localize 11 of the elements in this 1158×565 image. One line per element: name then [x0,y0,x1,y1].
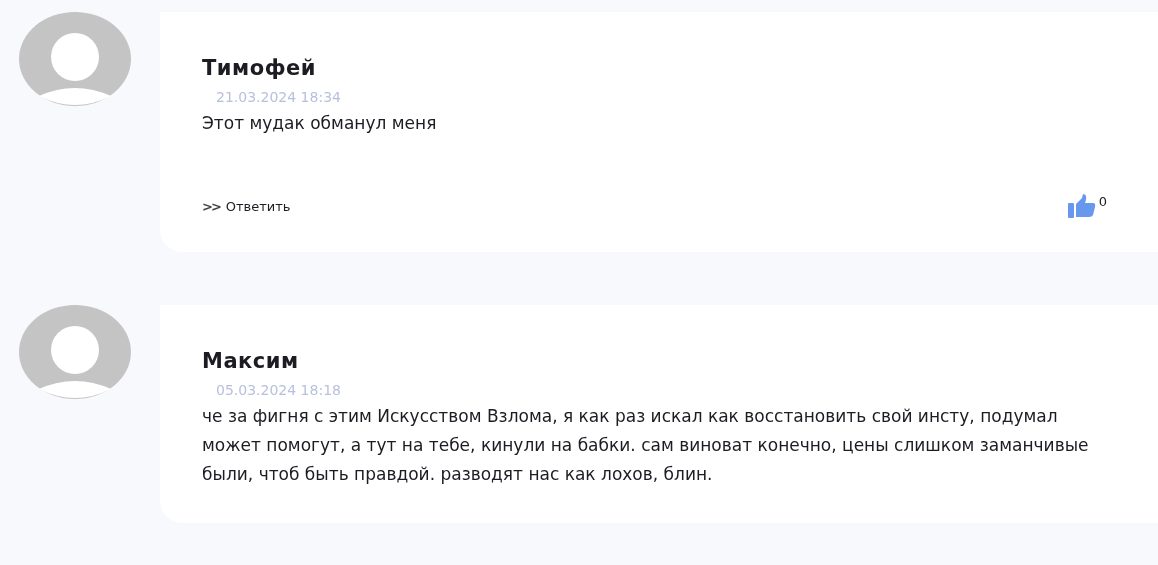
avatar-icon [19,305,131,399]
author-name: Максим [202,348,300,375]
author-name: Тимофей [202,55,317,82]
comment-text: че за фигня с этим Искусством Взлома, я как раз искал как восстановить свой инсту, подумал может помогут, а тут на тебе, кинули на бабки. сам виноват конечно, цены слишком заманчивые были, чтоб быть правдой. разводят нас как лохов, блин. [202,405,1090,486]
comment-date: 05.03.2024 18:18 [216,381,342,399]
like-count: 0 [1098,194,1107,209]
comment-date: 21.03.2024 18:34 [216,88,342,106]
reply-button[interactable]: >> Ответить [202,198,291,214]
comment-text: Этот мудак обманул меня [202,112,438,135]
avatar-icon [19,12,131,106]
thumbs-up-icon[interactable] [1067,194,1096,218]
